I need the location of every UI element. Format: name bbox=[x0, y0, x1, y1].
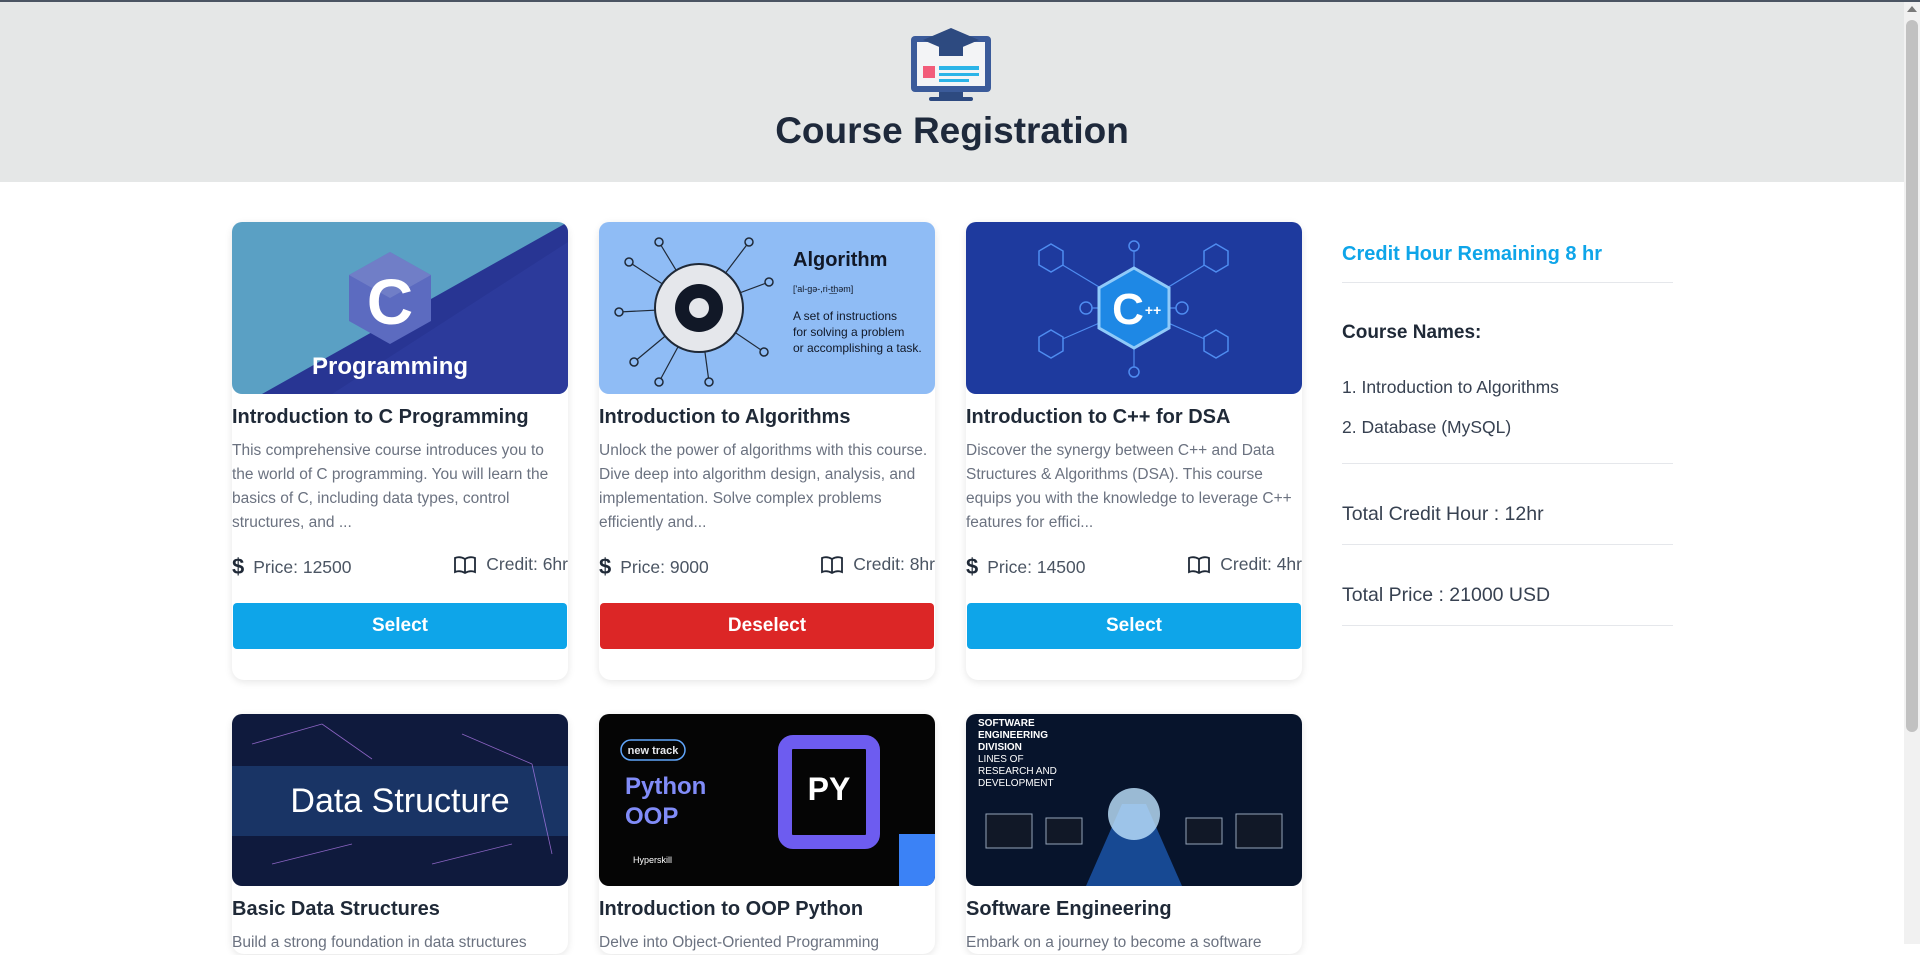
course-description: Delve into Object-Oriented Programming bbox=[599, 934, 879, 951]
svg-text:C: C bbox=[1112, 285, 1144, 334]
course-title: Software Engineering bbox=[966, 898, 1172, 920]
svg-text:LINES OF: LINES OF bbox=[978, 754, 1024, 765]
course-image: SOFTWARE ENGINEERING DIVISION LINES OF R… bbox=[966, 714, 1302, 886]
svg-text:new track: new track bbox=[628, 745, 680, 757]
course-price: $ Price: 14500 bbox=[966, 554, 1086, 579]
course-credit: Credit: 6hr bbox=[453, 554, 568, 575]
course-image: C ++ bbox=[966, 222, 1302, 394]
course-description: This comprehensive course introduces you… bbox=[232, 442, 549, 531]
course-description: Unlock the power of algorithms with this… bbox=[599, 442, 928, 531]
dollar-icon: $ bbox=[232, 554, 245, 579]
course-description: Discover the synergy between C++ and Dat… bbox=[966, 442, 1292, 531]
course-title: Introduction to C Programming bbox=[232, 406, 529, 428]
divider bbox=[1342, 625, 1673, 626]
svg-text:or accomplishing a task.: or accomplishing a task. bbox=[793, 341, 922, 355]
course-card: Data Structure Basic Data Structures Bui… bbox=[232, 714, 568, 954]
deselect-button[interactable]: Deselect bbox=[600, 603, 934, 649]
credit-remaining: Credit Hour Remaining 8 hr bbox=[1342, 243, 1603, 265]
svg-text:SOFTWARE: SOFTWARE bbox=[978, 718, 1035, 729]
graduation-monitor-icon bbox=[911, 28, 991, 101]
svg-text:Data Structure: Data Structure bbox=[290, 782, 509, 820]
scroll-up-icon[interactable] bbox=[1907, 6, 1917, 12]
course-price: $ Price: 12500 bbox=[232, 554, 352, 579]
page-title: Course Registration bbox=[775, 110, 1129, 151]
svg-text:for solving a problem: for solving a problem bbox=[793, 325, 904, 339]
total-price: Total Price : 21000 USD bbox=[1342, 584, 1551, 606]
course-description: Build a strong foundation in data struct… bbox=[232, 934, 527, 951]
course-card: SOFTWARE ENGINEERING DIVISION LINES OF R… bbox=[966, 714, 1302, 954]
course-title: Introduction to OOP Python bbox=[599, 898, 864, 920]
total-credit-hour: Total Credit Hour : 12hr bbox=[1342, 503, 1544, 525]
page-header: Course Registration bbox=[0, 2, 1904, 182]
course-names-heading: Course Names: bbox=[1342, 322, 1482, 343]
svg-text:Programming: Programming bbox=[312, 353, 468, 380]
course-title: Basic Data Structures bbox=[232, 898, 440, 920]
svg-text:C: C bbox=[367, 266, 413, 338]
course-image: Data Structure bbox=[232, 714, 568, 886]
course-card: Algorithm ['al-gə-,ri-t͟həm] A set of in… bbox=[599, 222, 935, 680]
divider bbox=[1342, 282, 1673, 283]
dollar-icon: $ bbox=[966, 554, 979, 579]
select-button[interactable]: Select bbox=[967, 603, 1301, 649]
course-credit: Credit: 4hr bbox=[1187, 554, 1302, 575]
divider bbox=[1342, 463, 1673, 464]
dollar-icon: $ bbox=[599, 554, 612, 579]
course-card: C Programming Introduction to C Programm… bbox=[232, 222, 568, 680]
svg-text:DEVELOPMENT: DEVELOPMENT bbox=[978, 778, 1054, 789]
course-image: Algorithm ['al-gə-,ri-t͟həm] A set of in… bbox=[599, 222, 935, 394]
svg-text:Hyperskill: Hyperskill bbox=[633, 855, 672, 865]
svg-text:A set of instructions: A set of instructions bbox=[793, 309, 897, 323]
course-card: C ++ Introduction to C++ for DSA Discove… bbox=[966, 222, 1302, 680]
course-image: new track Python OOP PY Hyperskill bbox=[599, 714, 935, 886]
svg-text:['al-gə-,ri-t͟həm]: ['al-gə-,ri-t͟həm] bbox=[793, 284, 853, 294]
svg-text:Python: Python bbox=[625, 773, 706, 800]
svg-text:ENGINEERING: ENGINEERING bbox=[978, 730, 1048, 741]
course-credit: Credit: 8hr bbox=[820, 554, 935, 575]
svg-text:OOP: OOP bbox=[625, 803, 678, 830]
course-card: new track Python OOP PY Hyperskill Intro… bbox=[599, 714, 935, 954]
divider bbox=[1342, 544, 1673, 545]
course-price: $ Price: 9000 bbox=[599, 554, 709, 579]
book-icon bbox=[1188, 555, 1211, 574]
scrollbar-thumb[interactable] bbox=[1906, 20, 1918, 732]
course-title: Introduction to Algorithms bbox=[599, 406, 851, 428]
course-title: Introduction to C++ for DSA bbox=[966, 406, 1231, 428]
svg-text:Algorithm: Algorithm bbox=[793, 249, 887, 271]
svg-text:++: ++ bbox=[1145, 302, 1161, 318]
select-button[interactable]: Select bbox=[233, 603, 567, 649]
svg-text:RESEARCH AND: RESEARCH AND bbox=[978, 766, 1057, 777]
svg-text:PY: PY bbox=[808, 771, 851, 807]
course-image: C Programming bbox=[232, 222, 568, 394]
course-description: Embark on a journey to become a software bbox=[966, 934, 1262, 951]
book-icon bbox=[454, 555, 477, 574]
book-icon bbox=[821, 555, 844, 574]
course-name-item: 1. Introduction to Algorithms bbox=[1342, 377, 1559, 397]
course-name-item: 2. Database (MySQL) bbox=[1342, 417, 1512, 437]
svg-text:DIVISION: DIVISION bbox=[978, 742, 1022, 753]
